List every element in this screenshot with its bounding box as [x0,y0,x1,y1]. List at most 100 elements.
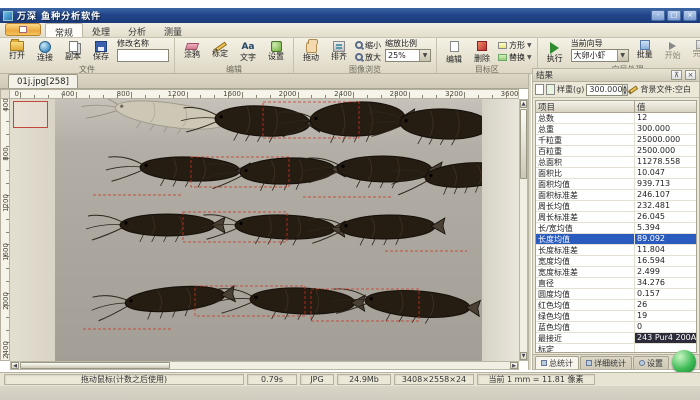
panel-close-icon[interactable]: × [685,70,696,80]
status-segment: JPG [300,374,334,385]
table-row[interactable]: 长度均值89.092 [536,234,696,245]
sample-weight-spinner[interactable]: 300.000 ▲▼ [586,84,626,96]
table-row[interactable]: 长度标准差11.804 [536,245,696,256]
ruler-label: 800 [117,90,131,98]
current-wizard-dropdown[interactable]: 大卵小虾▼ [571,49,629,62]
ruler-tick [409,92,410,98]
rename-input[interactable] [117,49,169,62]
rectangle-icon [498,42,507,49]
tab-label: 总统计 [549,358,573,369]
zoom-out-button[interactable]: 缩小 [355,39,381,51]
ruler-tick [20,92,21,98]
settings-button[interactable]: 设置 [262,39,290,62]
scroll-right-arrow[interactable]: ▶ [510,362,518,369]
selection-rectangle[interactable] [13,101,48,128]
table-row[interactable]: 总面积11278.558 [536,157,696,168]
group-label-edit: 编辑 [175,64,293,73]
app-menu-button[interactable] [5,23,41,36]
button-label: 涂鸦 [178,50,206,60]
ribbon-group-edit: 涂鸦 标定 Aa文字 设置 编辑 [175,38,294,73]
vertical-scrollbar[interactable]: ▲ ▼ [519,99,528,361]
table-row[interactable]: 百粒重2500.000 [536,146,696,157]
rename-label: 修改名称 [117,39,169,49]
value-cell: 11278.558 [635,157,696,167]
scroll-down-arrow[interactable]: ▼ [520,352,527,360]
table-row[interactable]: 周长标准差26.045 [536,212,696,223]
title-bar[interactable]: 万深 鱼种分析软件 - □ × [0,8,700,23]
ruler-tick [436,95,437,98]
image-canvas[interactable] [10,99,519,361]
item-cell: 红色均值 [536,300,635,310]
save-button[interactable]: 保存 [87,39,115,62]
copy-button[interactable]: 副本 [59,39,87,62]
zoom-ratio-dropdown[interactable]: 25%▼ [385,49,431,62]
table-row[interactable]: 绿色均值19 [536,311,696,322]
start-button[interactable]: 开始 [659,39,687,61]
doodle-button[interactable]: 涂鸦 [178,39,206,60]
table-row[interactable]: 面积标准差246.107 [536,190,696,201]
status-segment: 24.9Mb [337,374,391,385]
minimize-button[interactable]: - [651,10,665,21]
connect-button[interactable]: 连接 [31,39,59,63]
scroll-left-arrow[interactable]: ◀ [11,362,19,369]
tab-summary-stats[interactable]: 总统计 [535,356,579,369]
horizontal-scroll-thumb[interactable] [20,362,170,369]
document-tab-bar: 01j.jpg[258] [0,74,531,89]
scroll-up-arrow[interactable]: ▲ [520,100,527,108]
table-row[interactable]: 宽度均值16.594 [536,256,696,267]
table-row[interactable]: 直径34.276 [536,278,696,289]
column-header-value[interactable]: 值 [635,101,696,112]
replace-dropdown[interactable]: 替换▼ [498,51,532,63]
button-label: 设置 [262,52,290,62]
batch-button[interactable]: 批量 [631,39,659,60]
zoom-in-button[interactable]: 放大 [355,51,381,63]
tab-process[interactable]: 处理 [83,23,119,37]
export-icon[interactable] [535,84,544,95]
document-tab[interactable]: 01j.jpg[258] [8,74,78,88]
table-row[interactable]: 总数12 [536,113,696,124]
ribbon-group-browse: 拖动 排齐 缩小 放大 缩放比例 25%▼ 图像浏览 [294,38,437,73]
finish-button[interactable]: 完成 [687,39,700,59]
shape-rect-dropdown[interactable]: 方形▼ [498,39,532,51]
value-cell: 25000.000 [635,135,696,145]
table-row[interactable]: 面积比10.047 [536,168,696,179]
tab-settings[interactable]: 设置 [633,356,669,369]
calibrate-button[interactable]: 标定 [206,39,234,59]
results-panel: 结果 ⊼ × 样重(g) 300.000 ▲▼ 背景文件:空白 项目 值 总数1… [532,68,700,370]
maximize-button[interactable]: □ [667,10,681,21]
tab-detail-stats[interactable]: 详细统计 [580,356,632,369]
refresh-icon[interactable] [546,84,555,95]
button-label: 标定 [206,49,234,59]
column-header-item[interactable]: 项目 [536,101,635,112]
tab-measure[interactable]: 测量 [155,23,191,37]
brand-orb-icon[interactable] [672,350,696,374]
table-row[interactable]: 长/宽均值5.394 [536,223,696,234]
tab-analyze[interactable]: 分析 [119,23,155,37]
ribbon-group-target: 编辑 删除 方形▼ 替换▼ 目标区 [437,38,538,73]
table-row[interactable]: 红色均值26 [536,300,696,311]
table-row[interactable]: 周长均值232.481 [536,201,696,212]
edit-pencil-icon[interactable] [628,85,638,94]
align-button[interactable]: 排齐 [325,39,353,62]
table-row[interactable]: 总重300.000 [536,124,696,135]
target-edit-button[interactable]: 编辑 [440,39,468,65]
table-row[interactable]: 圆度均值0.157 [536,289,696,300]
target-delete-button[interactable]: 删除 [468,39,496,64]
table-row[interactable]: 千粒重25000.000 [536,135,696,146]
drag-button[interactable]: 拖动 [297,39,325,63]
tab-general[interactable]: 常规 [45,23,83,37]
table-row[interactable]: 蓝色均值0 [536,322,696,333]
table-row[interactable]: 最接近243 Pur4 200A 203 GE|24... [536,333,696,344]
table-row[interactable]: 标定 [536,344,696,353]
table-row[interactable]: 面积均值939.713 [536,179,696,190]
pin-icon[interactable]: ⊼ [671,70,682,80]
horizontal-scrollbar[interactable]: ◀ ▶ [10,361,519,370]
table-row[interactable]: 宽度标准差2.499 [536,267,696,278]
close-button[interactable]: × [683,10,697,21]
vertical-scroll-thumb[interactable] [520,109,527,179]
open-button[interactable]: 打开 [3,39,31,61]
ruler-tick [159,95,160,98]
text-button[interactable]: Aa文字 [234,39,262,63]
run-button[interactable]: 执行 [541,39,569,64]
ruler-tick [6,268,9,269]
